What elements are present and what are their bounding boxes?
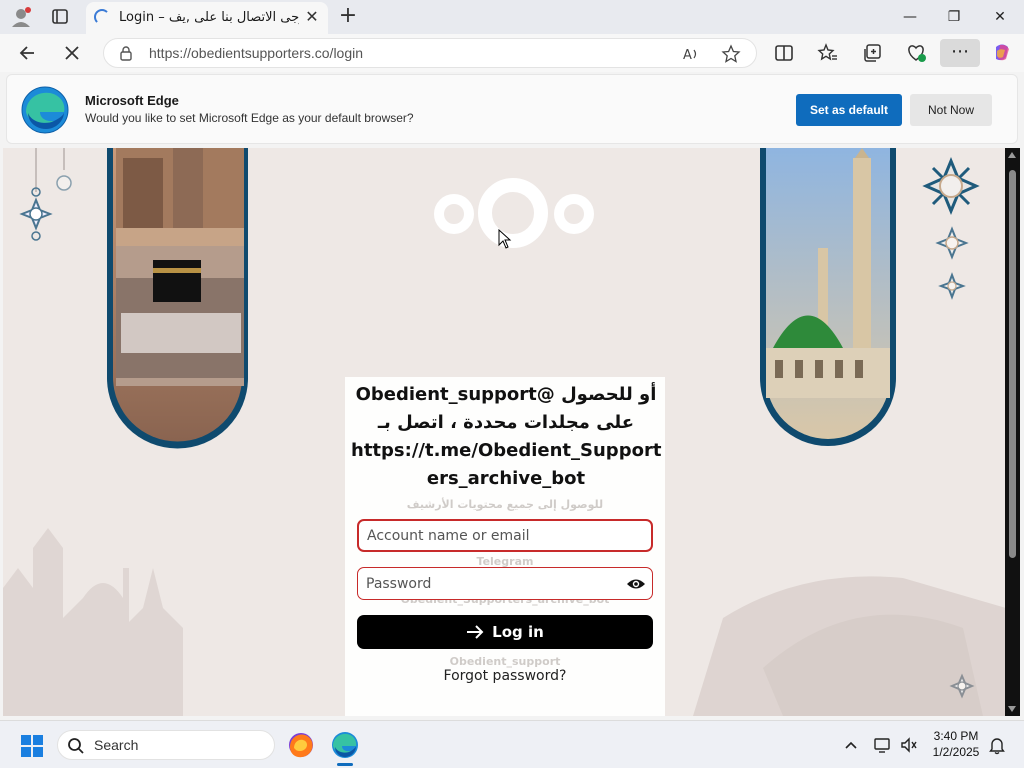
search-label: Search xyxy=(94,737,139,753)
network-icon[interactable] xyxy=(872,734,894,756)
password-field[interactable] xyxy=(357,567,653,600)
tab-title: Login – أو للحصول على مجلدات محددة ، اتص… xyxy=(119,10,299,25)
edge-logo-icon xyxy=(20,85,70,135)
default-browser-infobar: Microsoft Edge Would you like to set Mic… xyxy=(6,74,1018,144)
split-screen-icon[interactable] xyxy=(770,39,798,67)
infobar-message: Would you like to set Microsoft Edge as … xyxy=(85,111,414,125)
login-button-label: Log in xyxy=(492,623,544,641)
login-button[interactable]: Log in xyxy=(357,615,653,649)
set-as-default-button[interactable]: Set as default xyxy=(796,94,902,126)
windows-start-icon[interactable] xyxy=(20,734,44,758)
show-password-eye-icon[interactable] xyxy=(626,574,646,594)
clock-time: 3:40 PM xyxy=(933,729,979,743)
username-input[interactable] xyxy=(359,521,651,550)
tab-strip: Login – أو للحصول على مجلدات محددة ، اتص… xyxy=(0,0,1024,34)
arrow-right-icon xyxy=(466,617,484,639)
browser-essentials-icon[interactable] xyxy=(902,39,930,67)
active-app-indicator xyxy=(337,763,353,766)
show-hidden-icons-chevron-icon[interactable] xyxy=(840,734,862,756)
favorites-icon[interactable] xyxy=(814,39,842,67)
settings-more-button[interactable]: ⋯ xyxy=(940,39,980,67)
page-viewport: أو للحصول @Obedient_support على مجلدات م… xyxy=(3,148,1006,716)
taskbar: Search 3:40 PM 1/2/2025 xyxy=(0,720,1024,768)
message-line-1: أو للحصول @Obedient_support xyxy=(355,384,657,405)
tab-actions-icon[interactable] xyxy=(46,5,74,29)
site-info-icon[interactable] xyxy=(118,45,134,61)
taskbar-clock[interactable]: 3:40 PM 1/2/2025 xyxy=(927,728,985,760)
infobar-title: Microsoft Edge xyxy=(85,93,179,108)
collections-icon[interactable] xyxy=(858,39,886,67)
new-tab-button[interactable]: + xyxy=(337,4,359,28)
close-window-button[interactable]: ✕ xyxy=(979,2,1021,32)
username-field[interactable] xyxy=(357,519,653,552)
mouse-cursor-icon xyxy=(498,229,512,249)
svg-text:A: A xyxy=(683,48,692,63)
read-aloud-icon[interactable]: A xyxy=(680,43,702,65)
stop-loading-button[interactable] xyxy=(58,39,86,67)
url-text: https://obedientsupporters.co/login xyxy=(149,45,364,61)
contact-message: أو للحصول @Obedient_support على مجلدات م… xyxy=(351,381,661,493)
back-button[interactable] xyxy=(14,39,42,67)
not-now-button[interactable]: Not Now xyxy=(910,94,992,126)
forgot-password-link[interactable]: Forgot password? xyxy=(357,668,653,684)
address-bar[interactable]: https://obedientsupporters.co/login A xyxy=(103,38,757,68)
favorite-star-icon[interactable] xyxy=(720,43,742,65)
ghost-text: Obedient_support xyxy=(449,655,561,668)
edge-taskbar-icon[interactable] xyxy=(330,730,360,760)
message-line-3: https://t.me/Obedient_Support xyxy=(351,440,662,461)
tab-close-icon[interactable]: ✕ xyxy=(302,6,322,28)
minimize-button[interactable]: — xyxy=(889,2,931,32)
search-icon xyxy=(67,737,85,755)
left-arch-image xyxy=(107,148,248,449)
site-logo-icon xyxy=(434,178,594,248)
login-card: أو للحصول @Obedient_support على مجلدات م… xyxy=(345,377,665,716)
message-line-4: ers_archive_bot xyxy=(426,468,586,489)
taskbar-search[interactable]: Search xyxy=(57,730,275,760)
right-arch-image xyxy=(760,148,896,446)
page-scrollbar[interactable] xyxy=(1005,148,1020,716)
clock-date: 1/2/2025 xyxy=(932,745,980,759)
tab-login[interactable]: Login – أو للحصول على مجلدات محددة ، اتص… xyxy=(86,2,328,34)
scroll-thumb[interactable] xyxy=(1009,170,1016,558)
message-line-2: على مجلدات محددة ، اتصل بـ xyxy=(377,412,635,433)
ghost-text: للوصول إلى جميع محتويات الأرشيف xyxy=(406,498,604,511)
navigation-bar: https://obedientsupporters.co/login A ⋯ xyxy=(0,34,1024,72)
restore-button[interactable]: ❐ xyxy=(933,2,975,32)
volume-icon[interactable] xyxy=(898,734,920,756)
notification-bell-icon[interactable] xyxy=(986,734,1008,756)
scroll-up-icon[interactable] xyxy=(1008,152,1016,158)
firefox-icon[interactable] xyxy=(286,730,316,760)
loading-spinner-icon xyxy=(94,9,110,25)
scroll-down-icon[interactable] xyxy=(1008,706,1016,712)
copilot-icon[interactable] xyxy=(988,39,1016,67)
password-input[interactable] xyxy=(358,568,652,599)
profile-icon[interactable] xyxy=(8,5,34,29)
